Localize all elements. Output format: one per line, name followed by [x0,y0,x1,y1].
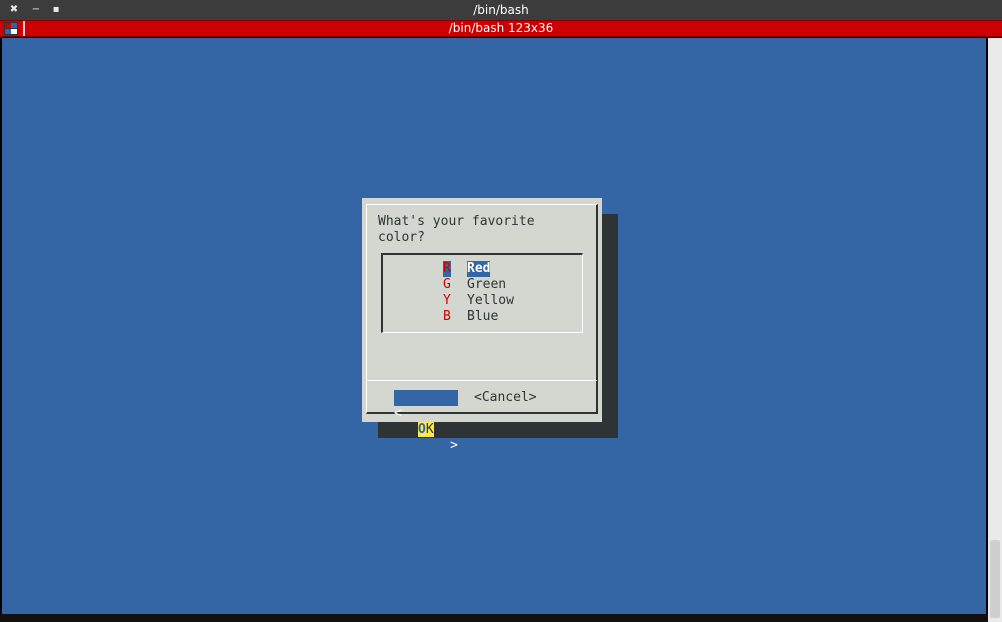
menu-item-yellow[interactable]: Y Yellow [383,293,583,309]
terminal-tab-bar[interactable]: /bin/bash 123x36 [0,20,1002,37]
menu-item-label: Green [467,277,507,292]
menu-item-tag: Y [443,293,451,308]
ok-button-open-bracket: < [394,406,402,421]
tab-title[interactable]: /bin/bash 123x36 [0,21,1002,36]
button-separator [367,380,597,381]
menu-item-label: Yellow [467,293,514,308]
window-titlebar[interactable]: ✖ − ▪ /bin/bash [0,0,1002,20]
window-title: /bin/bash [473,3,529,17]
scrollbar[interactable] [988,38,1002,622]
ok-button-hotkey: O [418,422,426,437]
menu-item-tag: G [443,277,451,292]
ok-button-label: OK [418,422,434,438]
dialog-prompt: What's your favorite color? [378,214,535,245]
menu-dialog: What's your favorite color? R Red G Gree… [362,198,602,453]
ok-button[interactable]: < OK > [394,390,458,453]
cancel-button[interactable]: <Cancel> [474,390,537,406]
ok-button-label-rest: K [425,422,434,437]
menu-item-tag: R [443,261,451,277]
menu-item-label: Red [467,261,491,277]
menu-item-green[interactable]: G Green [383,277,583,293]
menu-item-label: Blue [467,309,499,324]
menu-item-red[interactable]: R Red [383,261,583,277]
menu-item-tag: B [443,309,451,324]
scrollbar-thumb[interactable] [990,540,1000,618]
menu-list: R Red G Green Y Yellow B Blue [381,253,583,333]
ok-button-close-bracket: > [450,438,458,453]
terminal-window: ✖ − ▪ /bin/bash /bin/bash 123x36 What's … [0,0,1002,622]
window-bottom-edge [0,614,988,622]
menu-item-blue[interactable]: B Blue [383,309,583,325]
